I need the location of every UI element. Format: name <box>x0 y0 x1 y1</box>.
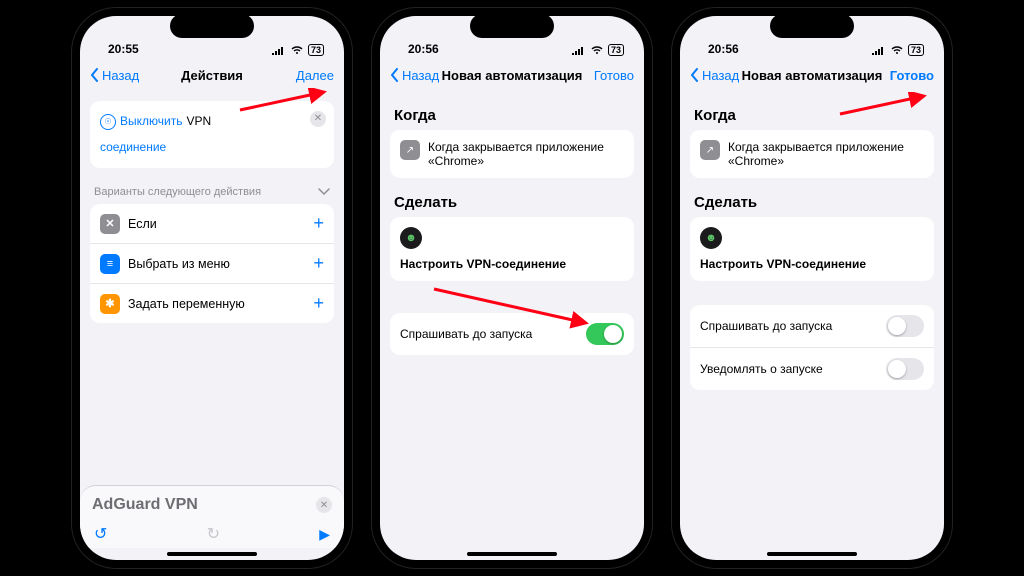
dynamic-island <box>470 14 554 38</box>
adguard-icon: ☻ <box>400 227 422 249</box>
back-label: Назад <box>402 68 439 83</box>
phone-3: 20:56 73 Назад Новая автоматизация Готов… <box>672 8 952 568</box>
when-text: Когда закрывается приложение «Chrome» <box>728 140 924 168</box>
battery-indicator: 73 <box>908 44 924 56</box>
nav-title: Новая автоматизация <box>442 68 583 83</box>
annotation-arrow <box>430 285 600 331</box>
toggle-label: Уведомлять о запуске <box>700 362 823 376</box>
do-card[interactable]: ☻ Настроить VPN-соединение <box>390 217 634 281</box>
suggestions-label: Варианты следующего действия <box>94 186 261 198</box>
add-icon[interactable]: + <box>313 213 324 234</box>
phone-2: 20:56 73 Назад Новая автоматизация Готов… <box>372 8 652 568</box>
row-label: Выбрать из меню <box>128 257 230 271</box>
when-header: Когда <box>390 101 634 130</box>
do-card[interactable]: ☻ Настроить VPN-соединение <box>690 217 934 281</box>
status-right: 73 <box>572 44 624 56</box>
search-input[interactable]: AdGuard VPN <box>92 496 308 514</box>
action-token-connection[interactable]: соединение <box>100 137 324 159</box>
back-button[interactable]: Назад <box>690 68 742 83</box>
battery-indicator: 73 <box>308 44 324 56</box>
variable-icon: ✱ <box>100 294 120 314</box>
if-icon: ✕ <box>100 214 120 234</box>
status-time: 20:56 <box>408 42 439 56</box>
toggle-group: Спрашивать до запуска Уведомлять о запус… <box>690 305 934 390</box>
list-item[interactable]: ≡ Выбрать из меню + <box>90 244 334 284</box>
nav-title: Действия <box>171 68 252 83</box>
suggestions-header[interactable]: Варианты следующего действия <box>90 178 334 204</box>
undo-icon[interactable]: ↺ <box>94 524 107 544</box>
back-button[interactable]: Назад <box>390 68 442 83</box>
add-icon[interactable]: + <box>313 253 324 274</box>
next-button[interactable]: Далее <box>253 68 334 83</box>
chevron-left-icon <box>390 68 400 82</box>
done-button[interactable]: Готово <box>582 68 634 83</box>
redo-icon: ↻ <box>207 524 220 544</box>
toggle-label: Спрашивать до запуска <box>700 319 832 333</box>
action-token-off[interactable]: Выключить <box>120 111 182 133</box>
vpn-icon: ☉ <box>100 114 116 130</box>
ask-before-run-toggle[interactable] <box>886 315 924 337</box>
clear-search-icon[interactable]: ✕ <box>316 497 332 513</box>
list-item[interactable]: ✕ Если + <box>90 204 334 244</box>
do-text: Настроить VPN-соединение <box>400 257 624 271</box>
list-item[interactable]: ✱ Задать переменную + <box>90 284 334 323</box>
status-time: 20:55 <box>108 42 139 56</box>
chevron-down-icon <box>318 188 330 196</box>
back-label: Назад <box>702 68 739 83</box>
chevron-left-icon <box>690 68 700 82</box>
when-text: Когда закрывается приложение «Chrome» <box>428 140 624 168</box>
ask-before-run-row: Спрашивать до запуска <box>690 305 934 348</box>
notify-on-run-row: Уведомлять о запуске <box>690 348 934 390</box>
back-label: Назад <box>102 68 139 83</box>
action-token-vpn: VPN <box>186 111 211 133</box>
battery-indicator: 73 <box>608 44 624 56</box>
wifi-icon <box>590 45 604 55</box>
add-icon[interactable]: + <box>313 293 324 314</box>
app-close-icon: ↗ <box>400 140 420 160</box>
app-close-icon: ↗ <box>700 140 720 160</box>
do-header: Сделать <box>690 188 934 217</box>
play-icon[interactable]: ▶ <box>319 526 330 543</box>
when-card[interactable]: ↗ Когда закрывается приложение «Chrome» <box>390 130 634 178</box>
menu-icon: ≡ <box>100 254 120 274</box>
dynamic-island <box>770 14 854 38</box>
suggestions-list: ✕ Если + ≡ Выбрать из меню + ✱ Задать пе… <box>90 204 334 323</box>
signal-icon <box>872 45 886 55</box>
adguard-icon: ☻ <box>700 227 722 249</box>
home-indicator[interactable] <box>467 552 557 556</box>
chevron-left-icon <box>90 68 100 82</box>
search-panel: AdGuard VPN ✕ ↺ ↻ ▶ <box>80 485 344 548</box>
do-text: Настроить VPN-соединение <box>700 257 924 271</box>
row-label: Задать переменную <box>128 297 245 311</box>
when-card[interactable]: ↗ Когда закрывается приложение «Chrome» <box>690 130 934 178</box>
home-indicator[interactable] <box>167 552 257 556</box>
signal-icon <box>272 45 286 55</box>
home-indicator[interactable] <box>767 552 857 556</box>
nav-bar: Назад Новая автоматизация Готово <box>380 56 644 95</box>
back-button[interactable]: Назад <box>90 68 171 83</box>
do-header: Сделать <box>390 188 634 217</box>
status-time: 20:56 <box>708 42 739 56</box>
annotation-arrow <box>238 88 334 116</box>
row-label: Если <box>128 217 157 231</box>
wifi-icon <box>890 45 904 55</box>
done-button[interactable]: Готово <box>882 68 934 83</box>
annotation-arrow <box>838 92 934 120</box>
status-right: 73 <box>272 44 324 56</box>
dynamic-island <box>170 14 254 38</box>
signal-icon <box>572 45 586 55</box>
status-right: 73 <box>872 44 924 56</box>
notify-on-run-toggle[interactable] <box>886 358 924 380</box>
nav-title: Новая автоматизация <box>742 68 883 83</box>
nav-bar: Назад Новая автоматизация Готово <box>680 56 944 95</box>
wifi-icon <box>290 45 304 55</box>
phone-1: 20:55 73 Назад Действия Далее ☉ Выключит… <box>72 8 352 568</box>
